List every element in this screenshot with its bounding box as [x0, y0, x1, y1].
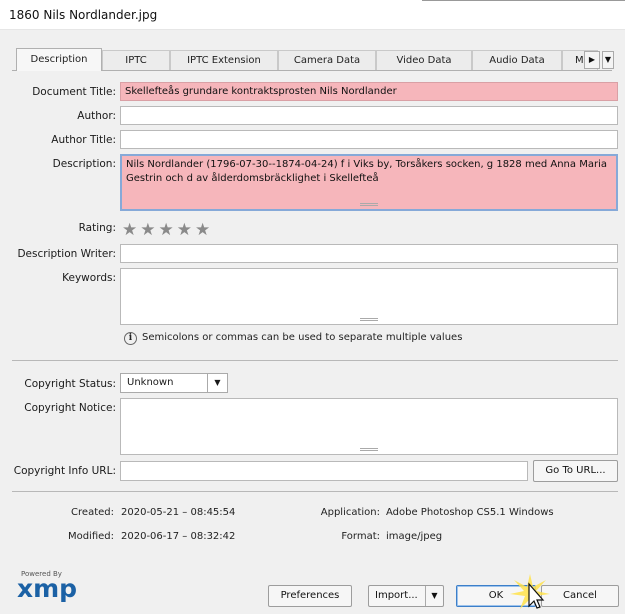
- star-icon[interactable]: ★: [122, 220, 140, 240]
- author-field[interactable]: [120, 106, 618, 125]
- chevron-down-icon[interactable]: ▼: [207, 374, 227, 392]
- document-title-field[interactable]: Skellefteås grundare kontraktsprosten Ni…: [120, 82, 618, 101]
- copyright-status-value: Unknown: [127, 377, 174, 388]
- tab-description[interactable]: Description: [16, 48, 102, 71]
- tab-divider: [12, 70, 612, 71]
- file-info-dialog: Description IPTC IPTC Extension Camera D…: [0, 30, 625, 614]
- preferences-button[interactable]: Preferences: [268, 585, 352, 607]
- modified-value: 2020-06-17 – 08:32:42: [121, 531, 236, 542]
- description-writer-label: Description Writer:: [17, 248, 116, 260]
- star-icon[interactable]: ★: [140, 220, 158, 240]
- resize-grip-icon[interactable]: [360, 318, 378, 321]
- rating-label: Rating:: [78, 222, 116, 234]
- modified-label: Modified:: [67, 531, 114, 542]
- description-field[interactable]: Nils Nordlander (1796-07-30--1874-04-24)…: [120, 154, 618, 211]
- created-label: Created:: [71, 507, 114, 518]
- tab-menu-icon[interactable]: ▼: [602, 51, 614, 69]
- import-label: Import...: [375, 590, 418, 601]
- keywords-hint-text: Semicolons or commas can be used to sepa…: [142, 332, 463, 343]
- tab-video-data[interactable]: Video Data: [376, 50, 472, 70]
- author-label: Author:: [77, 110, 116, 122]
- format-label: Format:: [341, 531, 380, 542]
- tab-audio-data[interactable]: Audio Data: [472, 50, 562, 70]
- resize-grip-icon[interactable]: [360, 203, 378, 206]
- keywords-field[interactable]: [120, 268, 618, 325]
- copyright-notice-label: Copyright Notice:: [24, 402, 116, 414]
- keywords-hint: i Semicolons or commas can be used to sep…: [124, 332, 462, 345]
- section-divider: [12, 360, 618, 361]
- copyright-status-label: Copyright Status:: [24, 378, 116, 390]
- cursor-highlight-icon: [510, 574, 550, 609]
- xmp-logo: Powered By xmp: [17, 570, 78, 603]
- window-titlebar: 1860 Nils Nordlander.jpg: [0, 0, 625, 30]
- tab-camera-data[interactable]: Camera Data: [278, 50, 376, 70]
- titlebar-divider: [422, 0, 625, 1]
- copyright-url-label: Copyright Info URL:: [13, 465, 116, 477]
- format-value: image/jpeg: [386, 531, 443, 542]
- tab-next-icon[interactable]: ▶: [584, 51, 600, 69]
- copyright-url-field[interactable]: [120, 461, 528, 481]
- description-text: Nils Nordlander (1796-07-30--1874-04-24)…: [126, 159, 607, 184]
- application-label: Application:: [320, 507, 380, 518]
- description-writer-field[interactable]: [120, 244, 618, 263]
- resize-grip-icon[interactable]: [360, 448, 378, 451]
- author-title-field[interactable]: [120, 130, 618, 149]
- copyright-status-select[interactable]: Unknown ▼: [120, 373, 228, 393]
- tab-iptc[interactable]: IPTC: [102, 50, 170, 70]
- cancel-button[interactable]: Cancel: [541, 585, 619, 607]
- tab-iptc-extension[interactable]: IPTC Extension: [170, 50, 278, 70]
- chevron-down-icon[interactable]: ▼: [425, 586, 443, 606]
- application-value: Adobe Photoshop CS5.1 Windows: [386, 507, 554, 518]
- star-icon[interactable]: ★: [195, 220, 213, 240]
- keywords-label: Keywords:: [62, 272, 116, 284]
- info-icon: i: [124, 332, 137, 345]
- copyright-notice-field[interactable]: [120, 398, 618, 455]
- go-to-url-button[interactable]: Go To URL...: [533, 460, 618, 482]
- star-icon[interactable]: ★: [159, 220, 177, 240]
- tab-bar: Description IPTC IPTC Extension Camera D…: [12, 48, 614, 71]
- rating-stars[interactable]: ★★★★★: [122, 220, 213, 240]
- author-title-label: Author Title:: [51, 134, 116, 146]
- star-icon[interactable]: ★: [177, 220, 195, 240]
- document-title-label: Document Title:: [32, 86, 116, 98]
- import-button[interactable]: Import... ▼: [368, 585, 444, 607]
- window-title: 1860 Nils Nordlander.jpg: [9, 8, 158, 22]
- created-value: 2020-05-21 – 08:45:54: [121, 507, 236, 518]
- xmp-logo-text: xmp: [17, 574, 78, 603]
- description-label: Description:: [52, 158, 116, 170]
- section-divider: [12, 491, 618, 492]
